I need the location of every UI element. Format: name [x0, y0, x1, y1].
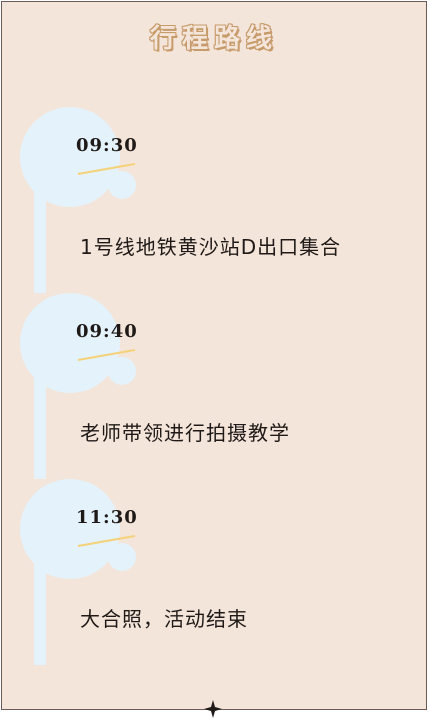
timeline-dot-small	[108, 357, 136, 385]
timeline-dot-small	[108, 171, 136, 199]
itinerary-card: 行程路线 09:30 1号线地铁黄沙站D出口集合 09:40 老师带领进行拍摄教…	[1, 1, 427, 710]
timeline-step: 11:30 大合照，活动结束	[2, 479, 428, 665]
four-point-star-icon	[204, 700, 222, 718]
timeline-step: 09:30 1号线地铁黄沙站D出口集合	[2, 107, 428, 293]
step-description: 老师带领进行拍摄教学	[80, 421, 290, 445]
timeline-dot-large	[20, 293, 120, 393]
timeline-dot-small	[108, 543, 136, 571]
step-time: 09:40	[76, 321, 138, 342]
step-description: 1号线地铁黄沙站D出口集合	[80, 235, 342, 259]
page-title: 行程路线	[149, 24, 278, 54]
timeline-dot-large	[20, 107, 120, 207]
step-time: 09:30	[76, 135, 138, 156]
step-description: 大合照，活动结束	[80, 607, 248, 631]
timeline-step: 09:40 老师带领进行拍摄教学	[2, 293, 428, 479]
step-time: 11:30	[76, 507, 138, 528]
timeline-dot-large	[20, 479, 120, 579]
